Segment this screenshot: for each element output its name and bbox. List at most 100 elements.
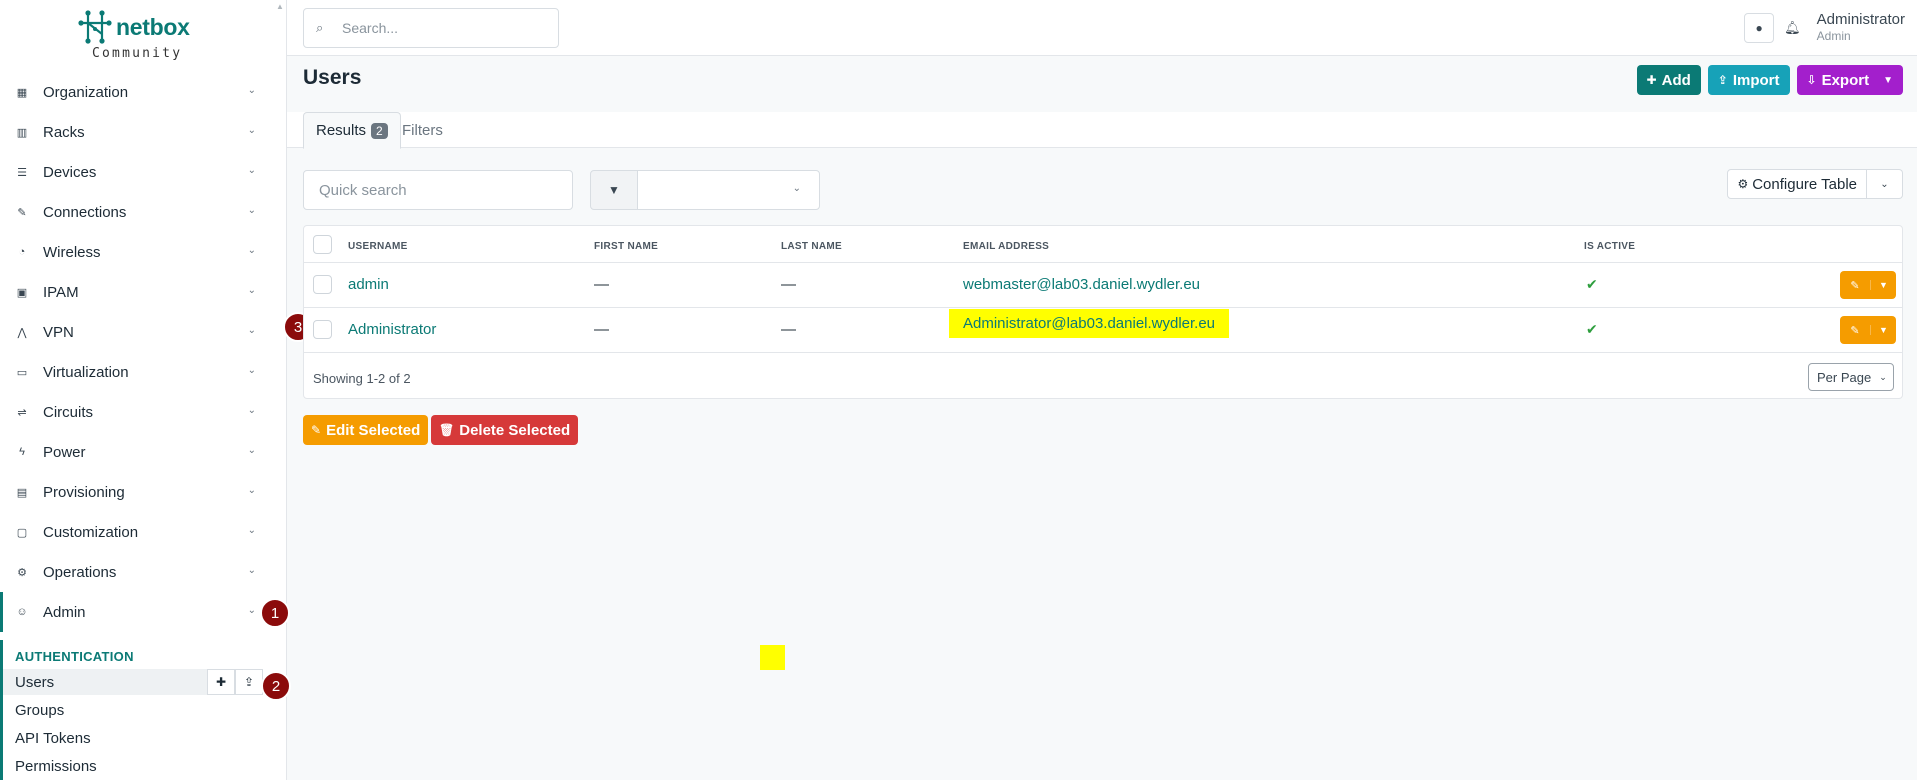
edit-row-button[interactable]: ✎ ▼ xyxy=(1840,271,1896,299)
export-button[interactable]: ⇩ Export ▼ xyxy=(1796,65,1903,95)
configure-table-dropdown[interactable]: ⌄ xyxy=(1867,169,1903,199)
wifi-icon: ◔ xyxy=(18,246,26,258)
user-menu[interactable]: Administrator Admin xyxy=(1817,12,1905,44)
last-name-cell: — xyxy=(781,321,796,338)
scroll-up-icon[interactable]: ▲ xyxy=(276,2,284,11)
sidebar-item-organization[interactable]: ▦ Organization ⌄ xyxy=(0,72,286,112)
sidebar-item-label: VPN xyxy=(43,323,74,341)
column-header-email[interactable]: EMAIL ADDRESS xyxy=(963,241,1049,252)
lightbulb-icon: ● xyxy=(1755,21,1763,35)
edit-selected-label: Edit Selected xyxy=(326,421,421,439)
annotation-marker-2: 2 xyxy=(261,671,291,701)
global-search-input[interactable]: ⌕ Search... xyxy=(303,8,559,48)
sidebar-item-label: API Tokens xyxy=(15,729,91,747)
user-name: Administrator xyxy=(1816,11,1905,28)
saved-filter-button[interactable]: ▼ xyxy=(590,170,638,210)
sidebar-item-groups[interactable]: Groups xyxy=(3,697,263,723)
check-icon: ✔ xyxy=(1586,321,1598,337)
sidebar-item-operations[interactable]: ⚙ Operations ⌄ xyxy=(0,552,286,592)
sidebar-item-provisioning[interactable]: ▤ Provisioning ⌄ xyxy=(0,472,286,512)
tab-results-label: Results xyxy=(316,122,367,139)
delete-selected-button[interactable]: 🗑︎ Delete Selected xyxy=(431,415,579,445)
column-header-is-active[interactable]: IS ACTIVE xyxy=(1584,241,1635,252)
chevron-down-icon: ⌄ xyxy=(247,565,256,576)
sidebar-item-circuits[interactable]: ⇌ Circuits ⌄ xyxy=(0,392,286,432)
column-header-username[interactable]: USERNAME xyxy=(348,241,408,252)
logo[interactable]: netbox xyxy=(78,10,190,44)
chevron-down-icon: ⌄ xyxy=(247,125,256,136)
sidebar-item-ipam[interactable]: ▣ IPAM ⌄ xyxy=(0,272,286,312)
sidebar-item-connections[interactable]: ✎ Connections ⌄ xyxy=(0,192,286,232)
sidebar-item-devices[interactable]: ☰ Devices ⌄ xyxy=(0,152,286,192)
sidebar-item-customization[interactable]: ▢ Customization ⌄ xyxy=(0,512,286,552)
upload-icon: ⇪ xyxy=(243,675,255,689)
search-icon: ⌕ xyxy=(316,20,324,35)
trash-icon: 🗑︎ xyxy=(439,423,455,437)
username-link[interactable]: admin xyxy=(348,276,389,293)
sidebar-item-api-tokens[interactable]: API Tokens xyxy=(3,725,263,751)
pagination-summary: Showing 1-2 of 2 xyxy=(313,371,411,386)
chevron-down-icon: ⌄ xyxy=(1880,178,1889,190)
sidebar-item-label: Wireless xyxy=(43,243,101,261)
lightning-icon: ϟ xyxy=(19,446,25,458)
chevron-down-icon: ⌄ xyxy=(247,85,256,96)
email-link-highlighted[interactable]: Administrator@lab03.daniel.wydler.eu xyxy=(949,309,1230,338)
tab-filters[interactable]: Filters xyxy=(390,112,455,149)
users-table: USERNAME FIRST NAME LAST NAME EMAIL ADDR… xyxy=(303,225,1903,399)
chevron-down-icon: ⌄ xyxy=(247,525,256,536)
sidebar-item-permissions[interactable]: Permissions xyxy=(3,753,263,779)
cogs-icon: ⚙ xyxy=(17,566,27,579)
email-highlight: Administrator@lab03.daniel.wydler.eu xyxy=(949,309,1230,338)
first-name-cell: — xyxy=(594,321,609,338)
saved-filter-select[interactable]: ⌄ xyxy=(637,170,820,210)
bell-icon[interactable]: 🔔︎ xyxy=(1784,20,1801,36)
pencil-icon: ✎ xyxy=(1850,324,1860,337)
sidebar-item-label: Devices xyxy=(43,163,97,181)
tab-filters-label: Filters xyxy=(402,122,443,139)
import-button[interactable]: ⇪ Import xyxy=(1707,65,1790,95)
users-icon: ☺ xyxy=(16,606,28,618)
tab-results[interactable]: Results 2 xyxy=(303,112,401,149)
select-all-checkbox[interactable] xyxy=(313,235,332,254)
email-link[interactable]: webmaster@lab03.daniel.wydler.eu xyxy=(963,276,1200,293)
monitor-icon: ▭ xyxy=(16,366,28,379)
per-page-label: Per Page xyxy=(1817,369,1872,385)
document-icon: ▤ xyxy=(16,486,28,499)
quick-search-input[interactable]: Quick search xyxy=(303,170,573,210)
sidebar-item-racks[interactable]: ▥ Racks ⌄ xyxy=(0,112,286,152)
sidebar-item-wireless[interactable]: ◔ Wireless ⌄ xyxy=(0,232,286,272)
page-title: Users xyxy=(303,66,362,89)
rack-icon: ▥ xyxy=(16,126,28,139)
sidebar-item-vpn[interactable]: ⋀ VPN ⌄ xyxy=(0,312,286,352)
row-checkbox[interactable] xyxy=(313,275,332,294)
add-button[interactable]: ✚ Add xyxy=(1636,65,1701,95)
chevron-down-icon: ⌄ xyxy=(247,365,256,376)
sidebar-item-virtualization[interactable]: ▭ Virtualization ⌄ xyxy=(0,352,286,392)
sidebar-item-users[interactable]: Users ✚ ⇪ xyxy=(3,669,263,695)
column-header-last-name[interactable]: LAST NAME xyxy=(781,241,842,252)
download-icon: ⇩ xyxy=(1806,73,1817,87)
import-users-button[interactable]: ⇪ xyxy=(235,669,263,695)
sidebar-item-power[interactable]: ϟ Power ⌄ xyxy=(0,432,286,472)
username-link[interactable]: Administrator xyxy=(348,321,436,338)
chevron-down-icon: ⌄ xyxy=(792,183,801,194)
main-menu: ▦ Organization ⌄ ▥ Racks ⌄ ☰ Devices ⌄ ✎ Connectio… xyxy=(0,72,286,632)
brand-name: netbox xyxy=(116,13,190,40)
configure-table-button[interactable]: ⚙ Configure Table xyxy=(1727,169,1867,199)
theme-toggle-button[interactable]: ● xyxy=(1744,13,1775,43)
export-label: Export xyxy=(1821,71,1870,89)
sidebar-item-admin[interactable]: ☺ Admin ⌄ xyxy=(0,592,286,632)
search-placeholder: Search... xyxy=(342,20,399,36)
sidebar-item-label: Racks xyxy=(43,123,85,141)
per-page-dropdown[interactable]: Per Page ⌄ xyxy=(1808,363,1894,391)
results-count-badge: 2 xyxy=(371,122,388,139)
row-checkbox[interactable] xyxy=(313,320,332,339)
edit-selected-button[interactable]: ✎ Edit Selected xyxy=(303,415,429,445)
edit-row-button[interactable]: ✎ ▼ xyxy=(1840,316,1896,344)
last-name-cell: — xyxy=(781,276,796,293)
add-user-button[interactable]: ✚ xyxy=(207,669,235,695)
chevron-down-icon[interactable]: ▼ xyxy=(1870,325,1896,335)
column-header-first-name[interactable]: FIRST NAME xyxy=(594,241,658,252)
ipam-icon: ▣ xyxy=(16,286,28,299)
chevron-down-icon[interactable]: ▼ xyxy=(1870,280,1896,290)
